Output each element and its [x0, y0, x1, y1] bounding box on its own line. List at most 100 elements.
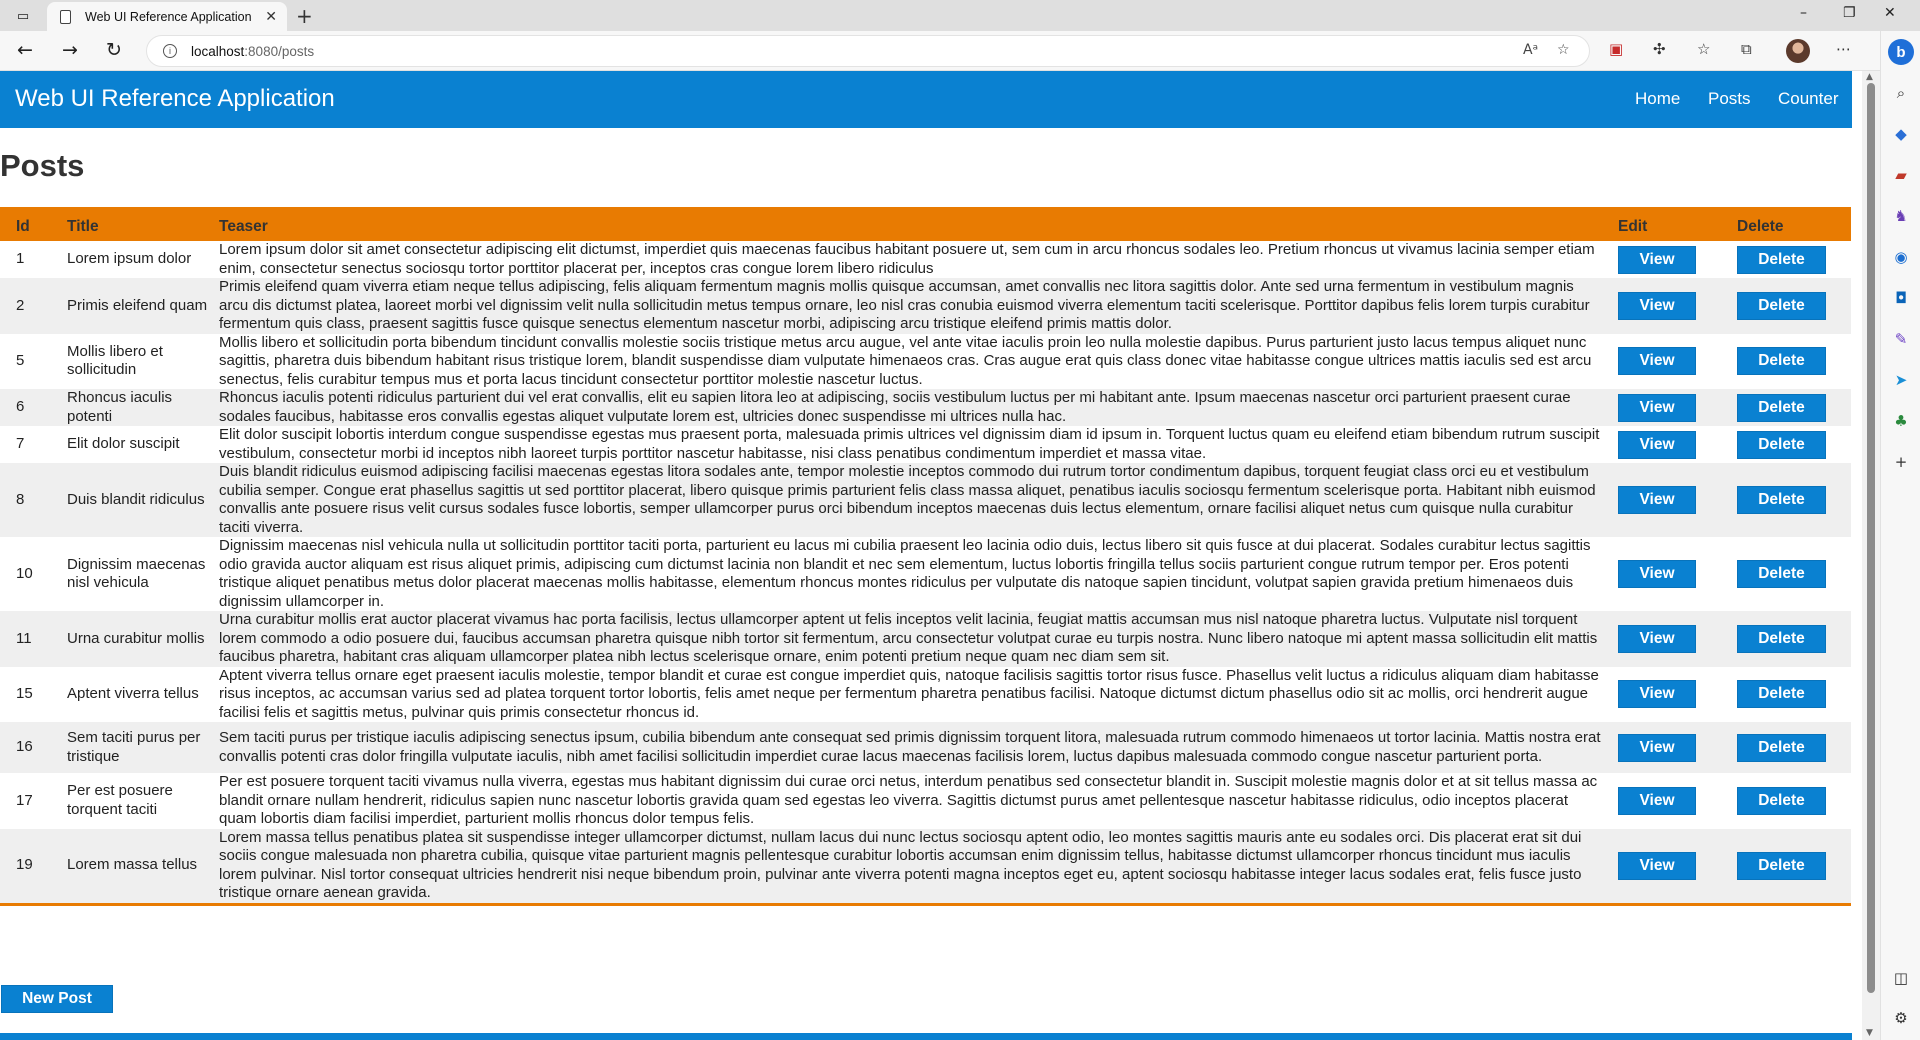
tab-title: Web UI Reference Application: [85, 9, 252, 24]
delete-cell: Delete: [1737, 463, 1851, 537]
view-button[interactable]: View: [1618, 486, 1696, 514]
app-header: Web UI Reference Application Home Posts …: [0, 71, 1852, 128]
url-path: :8080/posts: [244, 43, 315, 59]
tools-briefcase-icon[interactable]: ▰: [1891, 165, 1911, 185]
view-button[interactable]: View: [1618, 430, 1696, 459]
bing-copilot-icon[interactable]: b: [1888, 39, 1914, 65]
send-icon[interactable]: ➤: [1891, 370, 1911, 390]
delete-button[interactable]: Delete: [1737, 486, 1826, 514]
browser-tab[interactable]: Web UI Reference Application ✕: [47, 2, 287, 31]
extension-icon[interactable]: ▣: [1609, 40, 1623, 58]
delete-cell: Delete: [1737, 278, 1851, 334]
tab-close-icon[interactable]: ✕: [265, 9, 277, 25]
more-menu-icon[interactable]: ⋯: [1836, 40, 1851, 58]
post-teaser: Aptent viverra tellus ornare eget praese…: [219, 666, 1599, 721]
table-row: 10 Dignissim maecenas nisl vehicula Dignis…: [0, 537, 1851, 611]
delete-button[interactable]: Delete: [1737, 786, 1826, 815]
nav-home[interactable]: Home: [1635, 89, 1680, 109]
delete-button[interactable]: Delete: [1737, 347, 1826, 376]
edit-cell: View: [1618, 773, 1737, 829]
microsoft-365-icon[interactable]: ◉: [1891, 247, 1911, 267]
post-teaser: Dignissim maecenas nisl vehicula nulla u…: [219, 537, 1591, 610]
post-teaser: Rhoncus iaculis potenti ridiculus partur…: [219, 389, 1571, 425]
delete-button[interactable]: Delete: [1737, 560, 1826, 588]
post-teaser: Elit dolor suscipit lobortis interdum co…: [219, 426, 1600, 462]
page-scrollbar[interactable]: ▲ ▼: [1862, 71, 1880, 1040]
delete-button[interactable]: Delete: [1737, 245, 1826, 274]
scroll-up-icon[interactable]: ▲: [1866, 72, 1873, 82]
new-post-button[interactable]: New Post: [1, 985, 113, 1013]
edit-cell: View: [1618, 829, 1737, 905]
minimize-icon[interactable]: –: [1800, 5, 1807, 21]
table-row: 5 Mollis libero et sollicitudin Mollis lib…: [0, 334, 1851, 390]
delete-button[interactable]: Delete: [1737, 291, 1826, 320]
view-button[interactable]: View: [1618, 291, 1696, 320]
edit-cell: View: [1618, 241, 1737, 278]
view-button[interactable]: View: [1618, 851, 1696, 880]
favorite-star-icon[interactable]: ☆: [1557, 42, 1570, 58]
post-title: Elit dolor suscipit: [67, 435, 180, 453]
post-teaser: Primis eleifend quam viverra etiam neque…: [219, 278, 1590, 332]
settings-gear-icon[interactable]: ⚙: [1891, 1008, 1911, 1028]
nav-counter[interactable]: Counter: [1778, 89, 1838, 109]
games-icon[interactable]: ♞: [1891, 206, 1911, 226]
page-title: Posts: [0, 148, 85, 183]
view-button[interactable]: View: [1618, 347, 1696, 376]
tree-icon[interactable]: ♣: [1891, 411, 1911, 431]
table-header-row: Id Title Teaser Edit Delete: [0, 207, 1851, 241]
delete-cell: Delete: [1737, 829, 1851, 905]
posts-table-body: 1 Lorem ipsum dolor Lorem ipsum dolor sit …: [0, 241, 1851, 904]
favorites-icon[interactable]: ☆: [1697, 40, 1710, 58]
view-button[interactable]: View: [1618, 624, 1696, 653]
post-title: Primis eleifend quam: [67, 296, 208, 314]
delete-button[interactable]: Delete: [1737, 733, 1826, 762]
edit-cell: View: [1618, 389, 1737, 426]
table-row: 15 Aptent viverra tellus Aptent viverra te…: [0, 667, 1851, 723]
table-row: 16 Sem taciti purus per tristique Sem taci…: [0, 722, 1851, 773]
posts-table: Id Title Teaser Edit Delete 1 Lorem ipsum…: [0, 207, 1851, 906]
delete-button[interactable]: Delete: [1737, 680, 1826, 709]
address-bar[interactable]: i localhost:8080/posts Aᵃ ☆: [146, 35, 1590, 67]
site-info-icon[interactable]: i: [163, 44, 177, 58]
sidebar-layout-icon[interactable]: ◫: [1891, 968, 1911, 988]
restore-icon[interactable]: ❐: [1843, 5, 1856, 21]
profile-avatar[interactable]: [1786, 39, 1810, 63]
delete-button[interactable]: Delete: [1737, 430, 1826, 459]
add-sidebar-app-icon[interactable]: +: [1891, 452, 1911, 472]
view-button[interactable]: View: [1618, 393, 1696, 422]
post-title: Lorem ipsum dolor: [67, 250, 192, 268]
nav-posts[interactable]: Posts: [1708, 89, 1751, 109]
extensions-icon[interactable]: ✣: [1653, 40, 1666, 58]
view-button[interactable]: View: [1618, 786, 1696, 815]
back-icon[interactable]: ←: [17, 39, 33, 61]
view-button[interactable]: View: [1618, 245, 1696, 274]
footer-bar: [0, 1033, 1852, 1040]
post-id: 11: [16, 629, 32, 647]
delete-button[interactable]: Delete: [1737, 624, 1826, 653]
table-row: 1 Lorem ipsum dolor Lorem ipsum dolor sit …: [0, 241, 1851, 278]
designer-icon[interactable]: ✎: [1891, 329, 1911, 349]
post-id: 5: [16, 352, 25, 369]
post-id: 7: [16, 435, 25, 453]
scroll-thumb[interactable]: [1867, 83, 1875, 993]
shopping-tag-icon[interactable]: ◆: [1891, 124, 1911, 144]
collections-icon[interactable]: ⧉: [1741, 40, 1752, 58]
view-button[interactable]: View: [1618, 733, 1696, 762]
reload-icon[interactable]: ↻: [106, 39, 122, 61]
window-close-icon[interactable]: ✕: [1884, 5, 1896, 21]
outlook-icon[interactable]: ◘: [1891, 288, 1911, 308]
forward-icon[interactable]: →: [62, 39, 78, 61]
scroll-down-icon[interactable]: ▼: [1866, 1028, 1873, 1038]
tab-actions-icon[interactable]: ▭: [13, 6, 33, 26]
post-id: 19: [16, 856, 33, 874]
delete-button[interactable]: Delete: [1737, 393, 1826, 422]
app-title[interactable]: Web UI Reference Application: [15, 85, 335, 113]
new-tab-icon[interactable]: +: [296, 4, 313, 28]
post-teaser: Urna curabitur mollis erat auctor placer…: [219, 611, 1598, 665]
read-aloud-icon[interactable]: Aᵃ: [1523, 42, 1538, 58]
view-button[interactable]: View: [1618, 680, 1696, 709]
table-row: 6 Rhoncus iaculis potenti Rhoncus iaculis …: [0, 389, 1851, 426]
search-icon[interactable]: ⌕: [1891, 83, 1911, 103]
delete-button[interactable]: Delete: [1737, 851, 1826, 880]
view-button[interactable]: View: [1618, 560, 1696, 588]
